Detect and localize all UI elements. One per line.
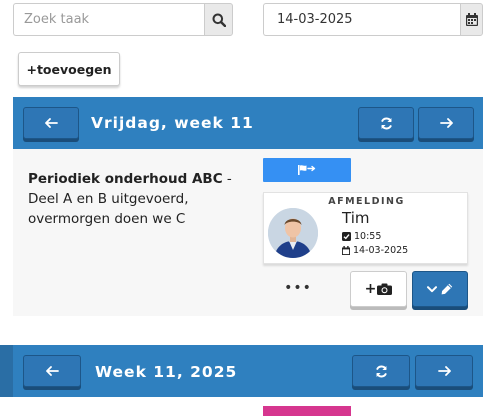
date-value: 14-03-2025 — [353, 245, 409, 256]
completion-card: AFMELDING Tim 10:55 14-03-2025 — [263, 192, 468, 264]
avatar — [268, 208, 318, 258]
previous-week-button[interactable] — [23, 355, 81, 387]
search-input[interactable] — [13, 3, 204, 36]
flag-arrow-icon — [298, 165, 316, 175]
arrow-right-icon — [437, 366, 451, 376]
check-square-icon — [342, 232, 351, 241]
add-photo-plus: + — [364, 281, 377, 297]
status-badge-pink[interactable] — [263, 406, 351, 416]
more-options-button[interactable]: ••• — [283, 275, 313, 301]
completion-time: 10:55 — [342, 231, 381, 242]
day-header: Vrijdag, week 11 — [13, 97, 483, 149]
week-header-edge — [0, 345, 13, 397]
day-title: Vrijdag, week 11 — [91, 114, 254, 132]
search-group — [13, 3, 233, 36]
arrow-right-icon — [439, 118, 453, 128]
week-header: Week 11, 2025 — [0, 345, 483, 397]
edit-task-button[interactable] — [412, 271, 468, 307]
chevron-down-icon — [427, 285, 437, 292]
arrow-left-icon — [45, 366, 59, 376]
card-label: AFMELDING — [328, 196, 405, 207]
task-description[interactable]: Periodiek onderhoud ABC - Deel A en B ui… — [28, 169, 248, 229]
person-name: Tim — [342, 209, 370, 227]
date-picker — [263, 3, 483, 36]
arrow-left-icon — [44, 118, 58, 128]
completion-date: 14-03-2025 — [342, 245, 408, 256]
status-badge[interactable] — [263, 158, 351, 182]
refresh-icon — [375, 365, 387, 377]
pencil-icon — [441, 283, 453, 295]
date-input[interactable] — [263, 3, 460, 36]
calendar-icon — [465, 13, 478, 26]
next-week-button[interactable] — [415, 355, 473, 387]
task-panel: Periodiek onderhoud ABC - Deel A en B ui… — [13, 149, 483, 316]
task-title-bold: Periodiek onderhoud ABC — [28, 171, 223, 187]
week-title: Week 11, 2025 — [95, 363, 238, 381]
add-task-button[interactable]: +toevoegen — [18, 52, 120, 86]
camera-icon — [377, 283, 393, 295]
search-button[interactable] — [204, 3, 233, 36]
calendar-icon — [342, 246, 350, 255]
refresh-week-button[interactable] — [352, 355, 410, 387]
refresh-icon — [380, 117, 392, 129]
calendar-button[interactable] — [460, 3, 483, 36]
time-value: 10:55 — [354, 231, 382, 242]
next-day-button[interactable] — [418, 107, 474, 139]
add-photo-button[interactable]: + — [350, 271, 407, 307]
search-icon — [212, 13, 226, 27]
previous-day-button[interactable] — [23, 107, 79, 139]
refresh-day-button[interactable] — [358, 107, 414, 139]
